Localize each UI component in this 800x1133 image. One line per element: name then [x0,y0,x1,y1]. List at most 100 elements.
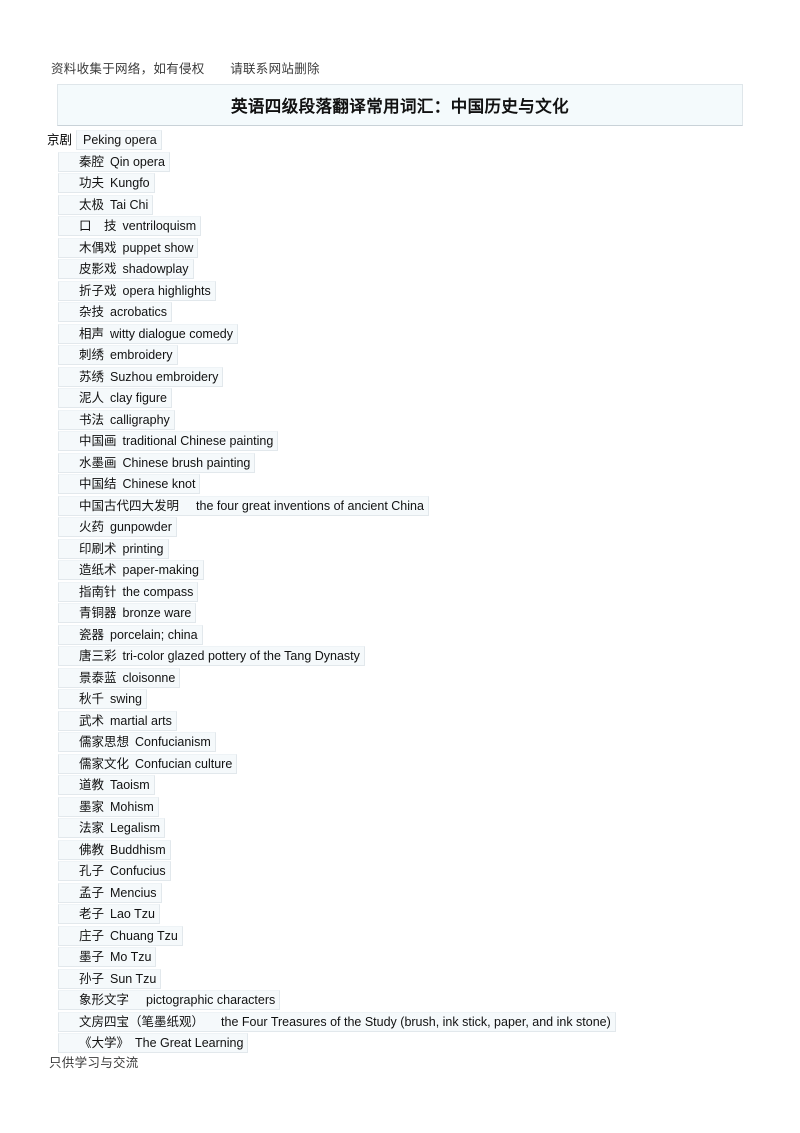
vocab-term-english: paper-making [122,563,199,577]
vocab-term-chinese: 书法 [79,412,105,427]
vocab-box: 泥人 clay figure [58,388,172,408]
vocab-term-english: Mo Tzu [110,950,152,964]
vocab-box: 秋千 swing [58,689,147,709]
vocab-term-english: Confucian culture [135,756,233,771]
vocab-box: 老子 Lao Tzu [58,904,160,924]
vocab-box: 墨子 Mo Tzu [58,947,157,967]
vocab-term-english: gunpowder [110,520,172,534]
vocab-row: 水墨画 Chinese brush painting [47,452,787,475]
vocab-term-chinese: 指南针 [79,584,117,599]
vocab-row: 苏绣 Suzhou embroidery [47,366,787,389]
vocab-term-chinese: 功夫 [79,176,105,190]
vocab-term-chinese: 口 技 [79,219,117,233]
vocab-term-english: the compass [122,584,194,599]
vocab-row: 青铜器 bronze ware [47,603,787,625]
vocab-term-chinese: 折子戏 [79,283,117,298]
vocab-box: 太极 Tai Chi [58,194,154,215]
vocab-term-chinese: 象形文字 [79,993,130,1007]
vocab-term-english: Taoism [110,778,150,792]
vocab-box: 皮影戏 shadowplay [58,259,194,279]
vocab-term-chinese: 木偶戏 [79,240,117,255]
vocab-row: 景泰蓝 cloisonne [47,667,787,690]
vocab-row: 刺绣 embroidery [47,345,787,367]
vocab-term-chinese: 秋千 [79,692,105,706]
vocab-row: 孙子 Sun Tzu [47,968,787,991]
document-page: 资料收集于网络，如有侵权 请联系网站删除 英语四级段落翻译常用词汇：中国历史与文… [0,0,800,1133]
vocab-row: 瓷器 porcelain; china [47,624,787,647]
vocab-term-english: Chinese knot [122,477,196,491]
vocab-row: 中国结 Chinese knot [47,474,787,496]
vocab-box: 景泰蓝 cloisonne [58,667,181,688]
vocab-term-chinese: 老子 [79,907,105,921]
vocab-term-chinese: 佛教 [79,842,105,857]
vocab-row: 墨家 Mohism [47,796,787,819]
vocab-box: 文房四宝（笔墨纸观） the Four Treasures of the Stud… [58,1011,616,1032]
vocab-row: 指南针 the compass [47,581,787,604]
vocab-term-chinese: 造纸术 [79,563,117,577]
vocab-row: 印刷术 printing [47,538,787,561]
vocab-row: 中国古代四大发明 the four great inventions of anc… [47,495,787,518]
vocab-row: 庄子 Chuang Tzu [47,925,787,948]
vocab-row: 中国画 traditional Chinese painting [47,431,787,453]
vocab-box: 火药 gunpowder [58,517,177,537]
vocab-term-chinese: 火药 [79,520,105,534]
vocab-term-chinese: 京剧 [47,133,73,147]
vocab-box: 中国古代四大发明 the four great inventions of anc… [58,495,429,516]
vocab-term-chinese: 孙子 [79,971,105,986]
vocab-box: 孔子 Confucius [58,861,171,881]
vocab-term-english: porcelain; china [110,627,198,642]
vocab-term-english: martial arts [110,713,172,728]
vocab-box: 杂技 acrobatics [58,302,172,322]
vocab-term-english: Chinese brush painting [122,455,251,470]
vocab-row: 京剧 Peking opera [47,130,787,152]
vocab-term-english: Qin opera [110,154,165,169]
vocab-box: 武术 martial arts [58,710,177,731]
vocab-term-english: traditional Chinese painting [122,434,274,448]
vocab-term-english: clay figure [110,391,167,405]
vocab-box: 指南针 the compass [58,581,199,602]
vocab-box: 中国画 traditional Chinese painting [58,431,279,451]
vocab-term-chinese: 唐三彩 [79,649,117,663]
page-title: 英语四级段落翻译常用词汇：中国历史与文化 [231,98,569,116]
vocab-row: 道教 Taoism [47,775,787,797]
vocab-box: 折子戏 opera highlights [58,280,216,301]
top-watermark-notice: 资料收集于网络，如有侵权 请联系网站删除 [51,62,320,76]
vocab-row: 孟子 Mencius [47,882,787,905]
vocab-term-chinese: 中国画 [79,434,117,448]
vocab-box: 佛教 Buddhism [58,839,171,860]
vocab-term-chinese: 皮影戏 [79,262,117,276]
vocab-box: 孟子 Mencius [58,882,162,903]
vocab-term-english: the Four Treasures of the Study (brush, … [221,1014,611,1029]
vocab-term-english: swing [110,692,142,706]
vocab-term-chinese: 景泰蓝 [79,670,117,685]
vocab-box: 木偶戏 puppet show [58,237,199,258]
vocab-box: 法家 Legalism [58,818,166,838]
vocab-term-english: Mencius [110,885,157,900]
vocab-term-chinese: 瓷器 [79,627,105,642]
vocab-row: 造纸术 paper-making [47,560,787,582]
vocab-row: 书法 calligraphy [47,409,787,432]
vocab-term-chinese: 《大学》 [79,1036,130,1050]
vocab-box: Peking opera [76,130,162,150]
vocab-row: 法家 Legalism [47,818,787,840]
vocab-row: 秦腔 Qin opera [47,151,787,174]
vocab-term-chinese: 刺绣 [79,348,105,362]
vocab-term-english: Peking opera [83,133,157,147]
vocab-box: 水墨画 Chinese brush painting [58,452,256,473]
vocab-row: 秋千 swing [47,689,787,711]
vocab-term-english: witty dialogue comedy [110,326,233,341]
vocab-term-chinese: 儒家文化 [79,756,130,771]
vocab-row: 唐三彩 tri-color glazed pottery of the Tang … [47,646,787,668]
vocab-term-english: The Great Learning [135,1036,244,1050]
vocab-term-chinese: 水墨画 [79,455,117,470]
bottom-watermark-notice: 只供学习与交流 [49,1056,139,1070]
vocab-box: 青铜器 bronze ware [58,603,197,623]
vocab-box: 功夫 Kungfo [58,173,155,193]
vocab-term-chinese: 中国古代四大发明 [79,498,180,513]
vocab-term-chinese: 武术 [79,713,105,728]
vocab-row: 武术 martial arts [47,710,787,733]
vocab-term-chinese: 孔子 [79,864,105,878]
vocab-box: 儒家思想 Confucianism [58,732,216,752]
vocab-term-chinese: 庄子 [79,928,105,943]
vocab-box: 秦腔 Qin opera [58,151,170,172]
